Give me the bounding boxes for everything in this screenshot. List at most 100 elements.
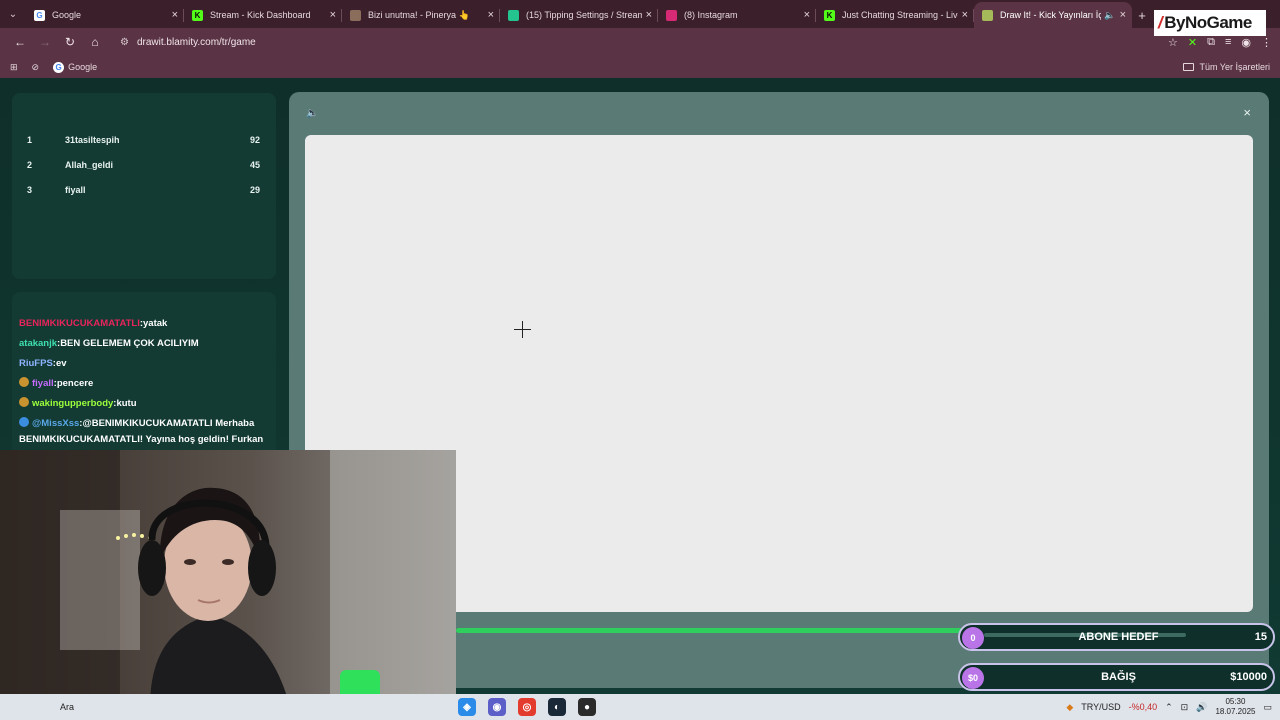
- tab-close-icon[interactable]: ×: [172, 9, 178, 21]
- folder-icon: [1183, 63, 1195, 71]
- chat-username[interactable]: @MissXss: [32, 418, 79, 429]
- tab-close-icon[interactable]: ×: [804, 9, 810, 21]
- browser-tab[interactable]: (15) Tipping Settings / Streamla ×: [500, 2, 658, 28]
- webcam-feed: [0, 450, 456, 707]
- apps-grid-icon[interactable]: ⊞: [10, 62, 18, 73]
- taskbar-search-label[interactable]: Ara: [60, 702, 74, 712]
- leaderboard-name: Allah_geldi: [65, 159, 114, 170]
- taskbar-obs-icon[interactable]: ●: [578, 698, 596, 716]
- chat-badge-icon: [19, 397, 29, 407]
- tab-close-icon[interactable]: ×: [488, 9, 494, 21]
- chat-text: :yatak: [139, 318, 168, 329]
- chat-text: :BEN GELEMEM ÇOK ACILIYIM: [57, 338, 199, 349]
- tab-title: (8) Instagram: [684, 10, 738, 20]
- clock-time: 05:30: [1225, 697, 1246, 706]
- leaderboard-name: fiyall: [65, 184, 86, 195]
- browser-tab[interactable]: Bizi unutma! - Pinerya 👆 ×: [342, 2, 500, 28]
- browser-tab[interactable]: (8) Instagram ×: [658, 2, 816, 28]
- menu-dots-icon[interactable]: ⋮: [1261, 36, 1272, 49]
- leaderboard-row: 3 fiyall 29: [12, 177, 276, 202]
- tab-favicon-icon: [508, 9, 519, 21]
- chat-username[interactable]: BENIMKIKUCUKAMATATLI: [19, 318, 140, 329]
- all-bookmarks-button[interactable]: Tüm Yer İşaretleri: [1183, 62, 1270, 72]
- forward-arrow-icon[interactable]: →: [33, 30, 57, 54]
- bookmark-star-icon[interactable]: ☆: [1168, 36, 1178, 49]
- back-arrow-icon[interactable]: ←: [8, 30, 32, 54]
- tab-title: Google: [52, 10, 82, 20]
- taskbar-discord-icon[interactable]: ◉: [488, 698, 506, 716]
- browser-tab[interactable]: K Stream - Kick Dashboard ×: [184, 2, 342, 28]
- currency-pair[interactable]: TRY/USD: [1081, 702, 1120, 712]
- tab-search-chevron-icon[interactable]: ⌄: [0, 0, 26, 28]
- network-icon[interactable]: ⊡: [1181, 702, 1189, 713]
- leaderboard-row: 1 31tasiltespih 92: [12, 127, 276, 152]
- crosshair-cursor-icon: [514, 321, 531, 338]
- address-bar[interactable]: ⚙ drawit.blamity.com/tr/game: [112, 31, 1152, 53]
- chat-message: fiyall:pencere: [19, 374, 269, 394]
- browser-tab[interactable]: G Google ×: [26, 2, 184, 28]
- tab-close-icon[interactable]: ×: [1120, 9, 1126, 21]
- sub-goal-label: ABONE HEDEF: [1078, 631, 1159, 643]
- google-icon: G: [53, 61, 65, 73]
- taskbar-chrome-icon[interactable]: ◎: [518, 698, 536, 716]
- all-bookmarks-label: Tüm Yer İşaretleri: [1199, 62, 1270, 72]
- chat-text: :ev: [52, 358, 67, 369]
- taskbar-steam-icon[interactable]: ◐: [548, 698, 566, 716]
- tab-title: Draw It! - Kick Yayınları İçin: [1000, 10, 1102, 20]
- leaderboard-rank: 2: [27, 159, 33, 170]
- tab-favicon-icon: K: [824, 9, 835, 21]
- chat-message: @MissXss:@BENIMKIKUCUKAMATATLI Merhaba B…: [19, 416, 269, 448]
- clock[interactable]: 05:30 18.07.2025: [1215, 697, 1255, 717]
- chat-username[interactable]: fiyall: [32, 378, 54, 389]
- home-icon[interactable]: ⌂: [83, 30, 107, 54]
- close-icon[interactable]: ×: [1243, 105, 1251, 120]
- clock-date: 18.07.2025: [1215, 707, 1256, 716]
- tab-favicon-icon: [666, 9, 677, 21]
- chat-username[interactable]: wakingupperbody: [32, 398, 113, 409]
- tab-close-icon[interactable]: ×: [330, 9, 336, 21]
- chat-badge-icon: [19, 377, 29, 387]
- leaderboard-rank: 3: [27, 184, 33, 195]
- chat-message: atakanjk:BEN GELEMEM ÇOK ACILIYIM: [19, 334, 269, 354]
- leaderboard-score: 92: [249, 134, 260, 145]
- chat-username[interactable]: atakanjk: [19, 338, 57, 349]
- leaderboard-score: 29: [249, 184, 260, 195]
- tray-chevron-icon[interactable]: ⌃: [1165, 702, 1173, 713]
- chat-text: :pencere: [53, 378, 94, 389]
- notifications-icon[interactable]: ▭: [1263, 702, 1272, 713]
- volume-icon[interactable]: 🔊: [1196, 702, 1207, 713]
- bynogame-logo: / ByNoGame: [1154, 10, 1266, 36]
- speaker-icon[interactable]: 🔈: [306, 108, 318, 119]
- taskbar-app-icon[interactable]: ◈: [458, 698, 476, 716]
- tab-favicon-icon: G: [34, 9, 45, 21]
- new-tab-button[interactable]: +: [1132, 2, 1152, 28]
- bookmarks-bar: ⊞ ⊘ G Google Tüm Yer İşaretleri: [0, 56, 1280, 78]
- currency-icon: ◆: [1066, 701, 1074, 712]
- browser-tab[interactable]: K Just Chatting Streaming - Live ×: [816, 2, 974, 28]
- chat-message: RiuFPS:ev: [19, 354, 269, 374]
- extensions-puzzle-icon[interactable]: ⧉: [1207, 36, 1215, 49]
- bookmark-google[interactable]: G Google: [53, 61, 97, 73]
- extension-x-icon[interactable]: ✕: [1188, 36, 1197, 49]
- browser-tab[interactable]: Draw It! - Kick Yayınları İçin 🔈 ×: [974, 2, 1132, 28]
- chat-message: BENIMKIKUCUKAMATATLI:yatak: [19, 314, 269, 334]
- tab-audio-icon[interactable]: 🔈: [1104, 10, 1115, 21]
- currency-change: -%0,40: [1128, 702, 1158, 712]
- site-info-icon[interactable]: ⚙: [120, 37, 129, 48]
- tab-title: Bizi unutma! - Pinerya 👆: [368, 9, 470, 20]
- reading-list-icon[interactable]: ≡: [1225, 36, 1231, 48]
- leaderboard-row: 2 Allah_geldi 45: [12, 152, 276, 177]
- chat-badge-icon: [19, 417, 29, 427]
- tab-title: Just Chatting Streaming - Live: [842, 10, 958, 20]
- url-text: drawit.blamity.com/tr/game: [136, 36, 256, 48]
- tab-strip: ⌄ G Google × K Stream - Kick Dashboard × Bizi …: [0, 0, 1280, 28]
- bookmark-icon[interactable]: ⊘: [32, 62, 40, 73]
- tab-title: (15) Tipping Settings / Streamla: [526, 10, 642, 20]
- tab-close-icon[interactable]: ×: [646, 9, 652, 21]
- tab-close-icon[interactable]: ×: [962, 9, 968, 21]
- chat-panel: BENIMKIKUCUKAMATATLI:yatak atakanjk:BEN G…: [12, 292, 276, 462]
- webcam-image: [0, 450, 456, 707]
- reload-icon[interactable]: ↻: [58, 30, 82, 54]
- chat-username[interactable]: RiuFPS: [19, 358, 53, 369]
- profile-avatar-icon[interactable]: ◉: [1241, 36, 1251, 49]
